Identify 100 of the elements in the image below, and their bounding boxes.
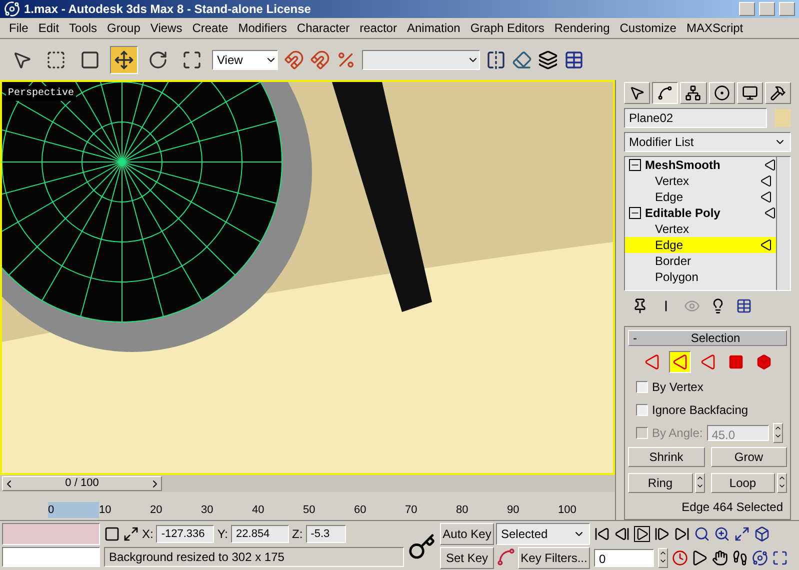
go-to-start-icon[interactable] xyxy=(594,526,610,542)
stack-subitem[interactable]: Vertex xyxy=(625,173,776,189)
close-icon[interactable] xyxy=(779,2,795,16)
zoom-all-icon[interactable] xyxy=(714,526,730,542)
wheel-icon[interactable] xyxy=(708,82,735,104)
reference-dropdown[interactable]: View xyxy=(212,50,278,70)
mirror-icon[interactable] xyxy=(486,50,506,70)
zoom-extents-icon[interactable] xyxy=(734,526,750,542)
lock-selection-icon[interactable] xyxy=(104,526,120,542)
spinner-arrows[interactable] xyxy=(772,423,783,443)
menu-item[interactable]: Graph Editors xyxy=(465,19,550,37)
footsteps-icon[interactable] xyxy=(732,550,748,566)
collapse-icon[interactable] xyxy=(629,207,641,219)
orbit-icon[interactable] xyxy=(752,550,768,566)
checkbox[interactable] xyxy=(636,404,648,416)
checkbox[interactable] xyxy=(636,381,648,393)
maximize-viewport-icon[interactable] xyxy=(772,550,788,566)
menu-item[interactable]: Tools xyxy=(64,19,102,37)
frame-field[interactable]: 0 xyxy=(594,549,654,567)
maxscript-listener[interactable] xyxy=(2,523,100,545)
time-config-icon[interactable] xyxy=(672,550,688,566)
modifier-list-dropdown[interactable]: Modifier List xyxy=(624,132,791,152)
maxscript-input[interactable] xyxy=(2,547,100,567)
menu-item[interactable]: Create xyxy=(187,19,234,37)
coordinate-field[interactable]: -5.3 xyxy=(306,525,346,543)
pin-icon[interactable] xyxy=(632,298,648,314)
window-title: 1.max - Autodesk 3ds Max 8 - Stand-alone License xyxy=(24,1,312,18)
stack-subitem[interactable]: Border xyxy=(625,253,776,269)
time-slider-thumb[interactable]: 0 / 100 xyxy=(2,476,162,491)
coordinate-field[interactable]: 22.854 xyxy=(231,525,290,543)
coordinate-field[interactable]: -127.336 xyxy=(156,525,214,543)
menu-item[interactable]: Modifiers xyxy=(233,19,292,37)
restore-icon[interactable] xyxy=(759,2,775,16)
pan-icon[interactable] xyxy=(712,550,728,566)
magnet-icon[interactable] xyxy=(310,50,330,70)
menu-item[interactable]: reactor xyxy=(354,19,402,37)
ruler-label: 70 xyxy=(405,502,418,518)
menu-item[interactable]: Rendering xyxy=(549,19,615,37)
monitor-icon[interactable] xyxy=(736,82,763,104)
triangle-icon xyxy=(760,239,772,251)
stack-item[interactable]: Editable Poly xyxy=(625,205,776,221)
key-mode-dropdown[interactable]: Selected xyxy=(496,523,590,545)
key-icon[interactable] xyxy=(408,532,436,560)
move-icon[interactable] xyxy=(110,46,138,74)
go-to-end-icon[interactable] xyxy=(674,526,690,542)
rollout-button[interactable]: Shrink xyxy=(628,447,704,467)
align-icon[interactable] xyxy=(512,50,532,70)
curve-icon[interactable] xyxy=(652,82,678,104)
stack-subitem[interactable]: Vertex xyxy=(625,221,776,237)
object-name-field[interactable]: Plane02 xyxy=(624,108,767,128)
hammer-icon[interactable] xyxy=(764,82,792,104)
set-key-button[interactable]: Set Key xyxy=(440,547,494,569)
next-frame-icon[interactable] xyxy=(654,526,670,542)
menu-item[interactable]: Animation xyxy=(402,19,466,37)
menu-item[interactable]: Customize xyxy=(614,19,682,37)
ruler-label: 10 xyxy=(99,502,112,518)
viewport-label: Perspective xyxy=(6,86,76,101)
hierarchy-icon[interactable] xyxy=(680,82,707,104)
object-color-swatch[interactable] xyxy=(775,109,791,127)
configure-icon[interactable] xyxy=(736,298,752,314)
stack-subitem[interactable]: Edge xyxy=(625,189,776,205)
magnet-icon[interactable] xyxy=(284,50,304,70)
menu-item[interactable]: Character xyxy=(292,19,355,37)
ruler-label: 40 xyxy=(252,502,266,518)
rollout-button[interactable]: Ring xyxy=(628,473,692,493)
zoom-extents-all-icon[interactable] xyxy=(754,526,770,542)
menu-item[interactable]: MAXScript xyxy=(681,19,748,37)
menu-item[interactable]: Views xyxy=(145,19,188,37)
table-icon[interactable] xyxy=(564,50,584,70)
layers-icon[interactable] xyxy=(538,50,558,70)
viewport[interactable]: Perspective xyxy=(0,80,615,475)
key-filters-button[interactable]: Key Filters... xyxy=(518,547,590,569)
rollout-header[interactable]: - Selection xyxy=(628,330,787,346)
stack-item[interactable]: MeshSmooth xyxy=(625,157,776,173)
stack-subitem[interactable]: Edge xyxy=(625,237,776,253)
absolute-mode-icon[interactable] xyxy=(123,526,139,542)
rollout-button[interactable]: Grow xyxy=(710,447,787,467)
auto-key-button[interactable]: Auto Key xyxy=(440,523,494,545)
spinner-arrows[interactable] xyxy=(777,473,787,493)
named-selection-dropdown[interactable] xyxy=(362,50,480,70)
app-icon xyxy=(4,1,20,17)
collapse-icon[interactable] xyxy=(629,159,641,171)
coordinate-label: Z: xyxy=(292,526,303,543)
zoom-icon[interactable] xyxy=(694,526,710,542)
scrollbar[interactable] xyxy=(776,157,790,290)
stack-subitem[interactable]: Polygon xyxy=(625,269,776,285)
field-of-view-icon[interactable] xyxy=(692,550,708,566)
ruler-label: 30 xyxy=(201,502,214,518)
menu-item[interactable]: File xyxy=(4,19,34,37)
spinner-arrows[interactable] xyxy=(694,473,704,493)
minimize-icon[interactable] xyxy=(739,2,755,16)
rollout-button[interactable]: Loop xyxy=(710,473,775,493)
previous-frame-icon[interactable] xyxy=(614,526,630,542)
play-icon[interactable] xyxy=(634,526,650,542)
menu-item[interactable]: Edit xyxy=(33,19,64,37)
percent-icon[interactable] xyxy=(336,50,356,70)
spinner-arrows[interactable] xyxy=(658,548,668,568)
coordinate-label: X: xyxy=(142,526,154,543)
menu-item[interactable]: Group xyxy=(102,19,146,37)
triangle-icon xyxy=(760,175,772,187)
